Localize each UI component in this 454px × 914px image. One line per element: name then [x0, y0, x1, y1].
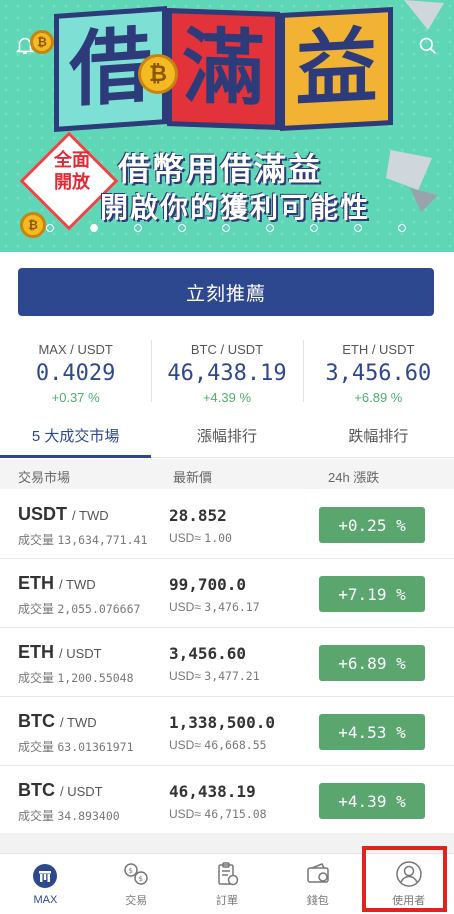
market-tabs: 5 大成交市場 漲幅排行 跌幅排行 — [0, 414, 454, 458]
row-change-badge[interactable]: +0.25 % — [319, 507, 425, 543]
carousel-dot[interactable] — [310, 224, 318, 232]
nav-label: 使用者 — [392, 895, 426, 907]
ticker-strip: MAX / USDT 0.4029 +0.37 % BTC / USDT 46,… — [0, 332, 454, 410]
table-row[interactable]: BTC / TWD 成交量 63.01361971 1,338,500.0 US… — [0, 697, 454, 766]
column-header-price: 最新價 — [173, 470, 213, 485]
ticker-eth[interactable]: ETH / USDT 3,456.60 +6.89 % — [302, 332, 454, 410]
tab-losers[interactable]: 跌幅排行 — [303, 414, 454, 457]
row-change-badge[interactable]: +7.19 % — [319, 576, 425, 612]
row-usd: USD≈ 3,476.17 — [169, 600, 260, 614]
badge-text: 全面 開放 — [44, 150, 100, 194]
tab-top-volume[interactable]: 5 大成交市場 — [0, 414, 152, 458]
recommend-button[interactable]: 立刻推薦 — [18, 268, 434, 316]
row-volume: 成交量 34.893400 — [18, 809, 120, 823]
ticker-price: 3,456.60 — [325, 361, 432, 386]
nav-label: 交易 — [125, 895, 148, 907]
svg-text:$: $ — [129, 867, 133, 875]
table-header: 交易市場 最新價 24h 漲跌 — [0, 459, 454, 489]
carousel-dot[interactable] — [222, 224, 230, 232]
row-price: 46,438.19 — [169, 782, 256, 801]
row-price: 3,456.60 — [169, 644, 247, 663]
section-divider — [0, 833, 454, 853]
hero-char-3: 益 — [280, 7, 393, 131]
row-usd: USD≈ 46,668.55 — [169, 738, 267, 752]
bottom-nav: MAX $ $ 交易 訂單 錢包 使用者 — [0, 853, 454, 914]
ticker-max[interactable]: MAX / USDT 0.4029 +0.37 % — [0, 332, 151, 410]
row-usd: USD≈ 3,477.21 — [169, 669, 260, 683]
row-usd: USD≈ 1.00 — [169, 531, 232, 545]
max-coin-icon: ₿ — [30, 30, 54, 54]
row-volume: 成交量 2,055.076667 — [18, 602, 141, 616]
row-volume: 成交量 13,634,771.41 — [18, 533, 148, 547]
row-symbol: ETH / TWD — [18, 573, 96, 593]
row-symbol: USDT / TWD — [18, 504, 109, 524]
ticker-pair: MAX / USDT — [38, 342, 113, 357]
row-volume: 成交量 1,200.55048 — [18, 671, 134, 685]
user-icon — [395, 861, 422, 887]
carousel-dot[interactable] — [46, 224, 54, 232]
row-usd: USD≈ 46,715.08 — [169, 807, 267, 821]
ticker-pair: BTC / USDT — [190, 342, 264, 357]
badge-line-1: 全面 — [54, 150, 90, 171]
carousel-dot[interactable] — [178, 224, 186, 232]
ticker-change: +6.89 % — [354, 390, 403, 405]
nav-orders[interactable]: 訂單 — [182, 854, 273, 914]
row-change-badge[interactable]: +6.89 % — [319, 645, 425, 681]
wallet-icon — [307, 863, 329, 883]
column-header-market: 交易市場 — [18, 470, 71, 485]
row-symbol: ETH / USDT — [18, 642, 102, 662]
badge-line-2: 開放 — [54, 172, 90, 193]
ticker-price: 46,438.19 — [167, 361, 287, 386]
exchange-icon: $ $ — [124, 863, 148, 885]
ticker-btc[interactable]: BTC / USDT 46,438.19 +4.39 % — [151, 332, 302, 410]
row-volume: 成交量 63.01361971 — [18, 740, 134, 754]
ticker-price: 0.4029 — [35, 361, 116, 386]
bitcoin-coin-icon: ₿ — [138, 54, 178, 94]
row-symbol: BTC / TWD — [18, 711, 97, 731]
nav-max[interactable]: MAX — [0, 854, 91, 914]
ticker-pair: ETH / USDT — [342, 342, 415, 357]
carousel-dot[interactable] — [266, 224, 274, 232]
promo-banner[interactable]: 借 滿 益 ₿ ₿ ₿ 全面 開放 借幣用借滿益 開啟你的獲利可能性 — [0, 0, 454, 252]
banner-hero-title: 借 滿 益 — [54, 6, 394, 132]
table-row[interactable]: ETH / TWD 成交量 2,055.076667 99,700.0 USD≈… — [0, 559, 454, 628]
nav-label: 訂單 — [215, 895, 238, 907]
carousel-dot[interactable] — [90, 224, 98, 232]
row-symbol: BTC / USDT — [18, 780, 103, 800]
carousel-dot[interactable] — [354, 224, 362, 232]
row-price: 1,338,500.0 — [169, 713, 275, 732]
tab-gainers[interactable]: 漲幅排行 — [151, 414, 302, 457]
search-icon[interactable] — [418, 36, 438, 56]
nav-label: 錢包 — [306, 895, 329, 907]
carousel-dot[interactable] — [134, 224, 142, 232]
max-home-icon — [33, 864, 58, 888]
banner-subtitle-2: 開啟你的獲利可能性 — [100, 191, 371, 224]
ticker-change: +0.37 % — [51, 390, 100, 405]
carousel-dots[interactable] — [46, 224, 406, 232]
market-table: USDT / TWD 成交量 13,634,771.41 28.852 USD≈… — [0, 490, 454, 835]
ticker-change: +4.39 % — [202, 390, 252, 405]
order-clipboard-icon — [218, 862, 239, 886]
row-change-badge[interactable]: +4.53 % — [319, 714, 425, 750]
table-row[interactable]: BTC / USDT 成交量 34.893400 46,438.19 USD≈ … — [0, 766, 454, 835]
max-coin-icon: ₿ — [20, 212, 46, 238]
nav-exchange[interactable]: $ $ 交易 — [91, 854, 182, 914]
row-change-badge[interactable]: +4.39 % — [319, 783, 425, 819]
row-price: 28.852 — [169, 506, 227, 525]
table-row[interactable]: USDT / TWD 成交量 13,634,771.41 28.852 USD≈… — [0, 490, 454, 559]
nav-label: MAX — [33, 894, 58, 906]
column-header-change: 24h 漲跌 — [328, 470, 380, 485]
nav-wallet[interactable]: 錢包 — [272, 854, 363, 914]
hero-char-2: 滿 — [167, 8, 280, 130]
svg-text:$: $ — [139, 875, 143, 883]
carousel-dot[interactable] — [398, 224, 406, 232]
banner-subtitle-1: 借幣用借滿益 — [118, 150, 323, 188]
nav-user[interactable]: 使用者 — [363, 854, 454, 914]
table-row[interactable]: ETH / USDT 成交量 1,200.55048 3,456.60 USD≈… — [0, 628, 454, 697]
row-price: 99,700.0 — [169, 575, 247, 594]
